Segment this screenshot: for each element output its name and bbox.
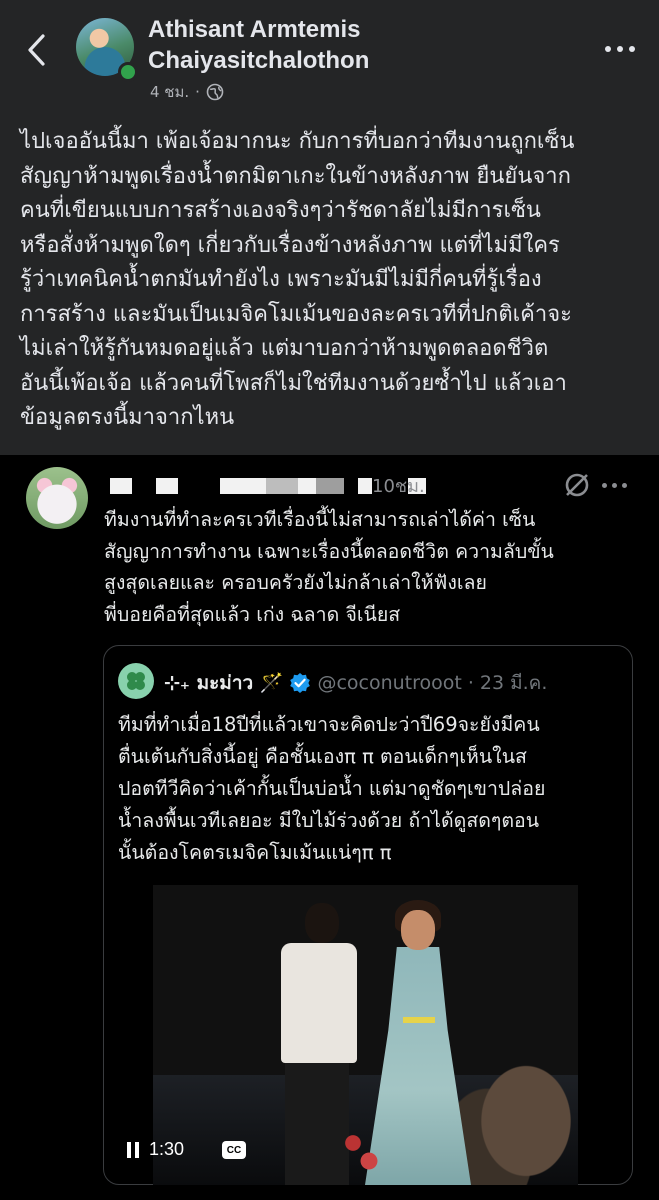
video-stage-rocks — [448, 1025, 578, 1185]
post-body-line: ข้อมูลตรงนี้มาจากไหน — [20, 405, 235, 430]
author-name-line1: Athisant Armtemis — [148, 16, 361, 43]
redaction-block — [358, 478, 372, 494]
more-dot — [617, 46, 623, 52]
author-avatar[interactable] — [76, 18, 138, 82]
meta-separator: · — [195, 83, 200, 101]
video-actor-man — [285, 1055, 349, 1185]
reply-avatar — [26, 467, 88, 529]
quoted-tweet-text-line: น้ำลงพื้นเวทีเลยอะ มีใบไม้ร่วงด้วย ถ้าได… — [118, 809, 540, 832]
video-time: 1:30 — [149, 1139, 185, 1159]
video-player[interactable] — [153, 885, 578, 1185]
post-body-text: ไปเจออันนี้มา เพ้อเจ้อมากนะ กับการที่บอก… — [20, 125, 650, 436]
quoted-tweet-text: ทีมที่ทำเมื่อ18ปีที่แล้วเขาจะคิดปะว่าปี6… — [118, 709, 628, 869]
quoted-tweet-text-line: ทีมที่ทำเมื่อ18ปีที่แล้วเขาจะคิดปะว่าปี6… — [118, 713, 540, 736]
quoted-tweet-text-line: นั้นต้องโคตรเมจิคโมเม้นแน่ๆπ π — [118, 841, 392, 864]
video-actor-man-shirt — [281, 943, 357, 1063]
closed-captions-icon[interactable]: CC — [222, 1141, 246, 1159]
quoted-tweet-handle[interactable]: @coconutrooot — [317, 672, 461, 694]
more-horizontal-icon — [602, 483, 607, 488]
post-body-line: คนที่เขียนแบบการสร้างเองจริงๆว่ารัชดาลัย… — [20, 198, 541, 223]
post-body-line: ไม่เล่าให้รู้กันหมดอยู่แล้ว แต่มาบอกว่าห… — [20, 336, 549, 361]
quoted-tweet-avatar[interactable] — [118, 663, 154, 699]
video-controls: 1:30 — [127, 1139, 184, 1160]
redaction-block — [266, 478, 298, 494]
reply-text-line: สัญญาการทำงาน เฉพาะเรื่องนี้ตลอดชีวิต คว… — [104, 539, 554, 563]
pause-bar — [135, 1141, 139, 1158]
pause-bar — [127, 1141, 131, 1158]
video-flowers — [341, 1125, 381, 1185]
back-chevron-icon — [28, 34, 45, 66]
online-status-indicator — [118, 62, 138, 82]
quoted-tweet-display-name[interactable]: ⊹₊ มะม่าว 🪄 — [164, 668, 283, 698]
more-dot — [612, 483, 617, 488]
edited-indicator-icon — [565, 473, 589, 497]
verified-badge-icon — [290, 673, 311, 693]
quoted-tweet-text-line: ปอตทีวีคิดว่าเค้ากั้นเป็นบ่อน้ำ แต่มาดูช… — [118, 777, 546, 800]
more-horizontal-icon — [605, 46, 611, 52]
globe-icon — [206, 83, 224, 101]
facebook-post: Athisant Armtemis Chaiyasitchalothon 4 ช… — [0, 0, 659, 455]
video-actress-belt — [403, 1017, 435, 1023]
post-meta: 4 ชม. · — [150, 80, 224, 104]
post-body-line: รู้ว่าเทคนิคน้ำตกมันทำยังไง เพราะมันมีไม… — [20, 267, 542, 292]
quoted-tweet-date[interactable]: 23 มี.ค. — [480, 668, 548, 698]
post-body-line: สัญญาห้ามพูดเรื่องน้ำตกมิตาเกะในข้างหลัง… — [20, 163, 571, 189]
post-body-line: ไปเจออันนี้มา เพ้อเจ้อมากนะ กับการที่บอก… — [20, 129, 575, 154]
author-name[interactable]: Athisant Armtemis Chaiyasitchalothon — [148, 14, 568, 76]
author-name-line2: Chaiyasitchalothon — [148, 47, 370, 74]
reply-text-line: สูงสุดเลยและ ครอบครัวยังไม่กล้าเล่าให้ฟั… — [104, 571, 487, 594]
post-body-line: การสร้าง และมันเป็นเมจิคโมเม้นของละครเวท… — [20, 301, 572, 327]
reply-more-button[interactable] — [602, 483, 627, 488]
post-body-line: อันนี้เพ้อเจ้อ แล้วคนที่โพสก็ไม่ใช่ทีมงา… — [20, 370, 567, 396]
back-button[interactable] — [20, 30, 52, 70]
reply-text-line: ทีมงานที่ทำละครเวทีเรื่องนี้ไม่สามารถเล่… — [104, 508, 536, 531]
more-options-button[interactable] — [598, 38, 642, 60]
redaction-block — [110, 478, 132, 494]
more-dot — [622, 483, 627, 488]
post-body-line: หรือสั่งห้ามพูดใดๆ เกี่ยวกับเรื่องข้างหล… — [20, 232, 560, 258]
quoted-tweet-separator: · — [467, 672, 474, 694]
redaction-block — [156, 478, 178, 494]
video-actor-man-head — [305, 903, 339, 943]
reply-text-line: พี่บอยคือที่สุดแล้ว เก่ง ฉลาด จีเนียส — [104, 602, 401, 626]
pause-icon[interactable] — [127, 1141, 139, 1158]
quoted-tweet-header: ⊹₊ มะม่าว 🪄 @coconutrooot · 23 มี.ค. — [164, 668, 547, 698]
quoted-tweet-text-line: ตื่นเต้นกับสิ่งนี้อยู่ คือชั้นเองπ π ตอน… — [118, 745, 527, 768]
redaction-block — [316, 478, 344, 494]
reply-time: 10ชม. — [372, 476, 425, 497]
post-time[interactable]: 4 ชม. — [150, 80, 189, 104]
reply-text: ทีมงานที่ทำละครเวทีเรื่องนี้ไม่สามารถเล่… — [104, 504, 644, 630]
video-actress-head — [401, 910, 435, 950]
more-dot — [629, 46, 635, 52]
clover-icon — [127, 672, 145, 690]
